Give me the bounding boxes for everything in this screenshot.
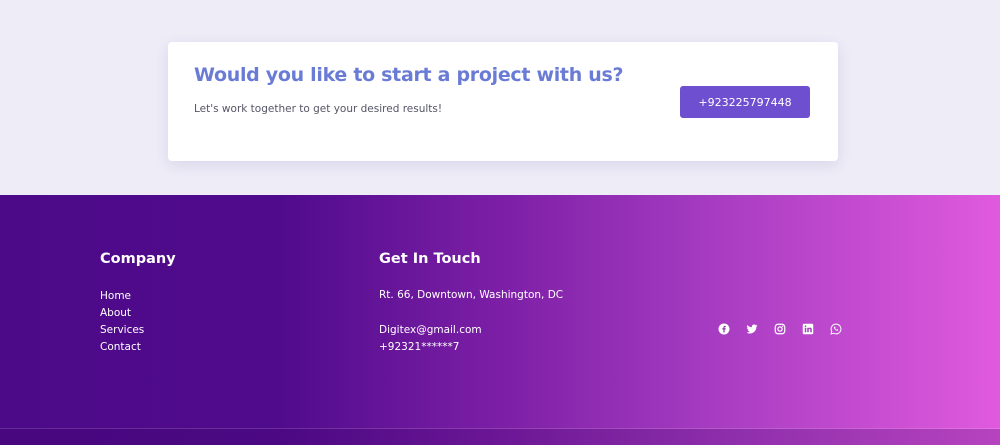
footer-link-contact[interactable]: Contact — [100, 339, 144, 356]
twitter-icon[interactable] — [746, 323, 758, 335]
footer-link-home[interactable]: Home — [100, 288, 144, 305]
cta-card: Would you like to start a project with u… — [168, 42, 838, 161]
address-text: Rt. 66, Downtown, Washington, DC — [379, 289, 564, 301]
linkedin-icon[interactable] — [802, 323, 814, 335]
cta-title: Would you like to start a project with u… — [194, 64, 624, 86]
whatsapp-icon[interactable] — [830, 323, 842, 335]
get-in-touch-heading: Get In Touch — [379, 251, 481, 267]
phone-text: +92321******7 — [379, 341, 460, 353]
footer-link-services[interactable]: Services — [100, 322, 144, 339]
company-links: Home About Services Contact — [100, 288, 144, 356]
footer-bottom-bar — [0, 429, 1000, 445]
social-links — [718, 323, 842, 335]
call-button[interactable]: +923225797448 — [680, 86, 810, 118]
email-link[interactable]: Digitex@gmail.com — [379, 324, 482, 336]
company-heading: Company — [100, 251, 176, 267]
cta-section: Would you like to start a project with u… — [0, 0, 1000, 195]
footer-link-about[interactable]: About — [100, 305, 144, 322]
footer: Company Home About Services Contact Get … — [0, 195, 1000, 445]
facebook-icon[interactable] — [718, 323, 730, 335]
instagram-icon[interactable] — [774, 323, 786, 335]
cta-subtitle: Let's work together to get your desired … — [194, 103, 443, 115]
